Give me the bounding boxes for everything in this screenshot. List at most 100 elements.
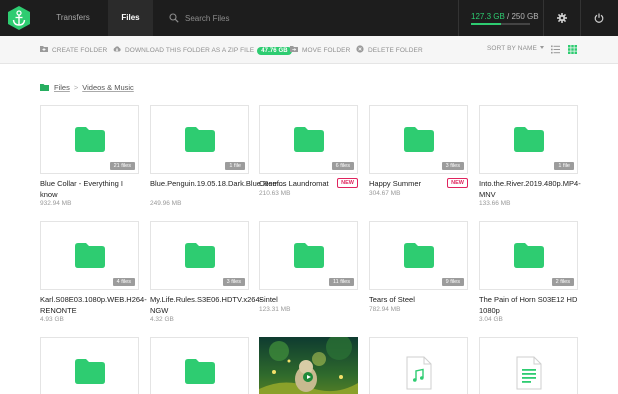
storage-used: 127.3 GB [471,12,505,21]
folder-icon [40,84,49,91]
storage-usage[interactable]: 127.3 GB / 250 GB [458,0,544,36]
folder-size: 782.94 MB [369,306,401,313]
folder-icon [404,243,434,268]
folder-size: 304.67 MB [369,190,401,197]
folder-thumbnail[interactable]: 3 files [369,105,468,174]
settings-button[interactable] [543,0,579,36]
file-count-badge: 3 files [441,162,464,170]
folder-size: 3.04 GB [479,316,503,323]
folder-icon [185,127,215,152]
folder-thumbnail[interactable]: 6 files [259,105,358,174]
folder-icon [514,127,544,152]
grid-view-icon[interactable] [568,45,577,54]
folder-size: 133.66 MB [479,200,511,207]
folder-thumbnail[interactable]: 3 files [150,221,249,290]
folder-icon [75,359,105,384]
list-view-icon[interactable] [551,45,560,54]
folder-thumbnail[interactable]: 4 files [40,221,139,290]
file-count-badge: 1 file [554,162,574,170]
gear-icon [557,13,567,23]
folder-thumbnail[interactable]: 2 files [479,221,578,290]
file-count-badge: 1 file [225,162,245,170]
folder-thumbnail[interactable]: 1 file [150,105,249,174]
new-badge: NEW [447,178,468,188]
folder-icon [514,243,544,268]
folder-name[interactable]: Blue.Penguin.19.05.18.Dark.Blue.Reef... [150,179,285,190]
move-folder-button[interactable]: MOVE FOLDER [290,45,350,56]
folder-icon [404,127,434,152]
folder-size: 932.94 MB [40,200,72,207]
breadcrumb-separator: > [73,83,79,92]
folder-thumbnail[interactable]: 11 files [259,221,358,290]
move-folder-label: MOVE FOLDER [302,47,351,54]
folder-name[interactable]: Karl.S08E03.1080p.WEB.H264-RENONTE [40,295,147,316]
folder-thumbnail[interactable]: 9 files [369,221,468,290]
folder-icon [185,359,215,384]
logout-button[interactable] [580,0,616,36]
chevron-down-icon [539,46,544,49]
nav-tab-files[interactable]: Files [108,0,153,36]
create-folder-button[interactable]: CREATE FOLDER [40,45,107,56]
file-thumbnail[interactable] [369,337,468,394]
new-badge: NEW [337,178,358,188]
sort-label: SORT BY NAME [487,45,537,52]
create-folder-label: CREATE FOLDER [52,47,108,54]
action-toolbar: CREATE FOLDER DOWNLOAD THIS FOLDER AS A … [0,36,618,64]
delete-folder-label: DELETE FOLDER [368,47,423,54]
file-count-badge: 3 files [222,278,245,286]
folder-icon [294,243,324,268]
folder-name[interactable]: Cosmos Laundromat [259,179,334,190]
delete-icon [356,45,364,53]
folder-name[interactable]: Happy Summer [369,179,444,190]
delete-folder-button[interactable]: DELETE FOLDER [356,45,423,56]
file-count-badge: 6 files [331,162,354,170]
video-thumbnail-image [259,337,358,394]
search-bar [155,0,455,36]
folder-name[interactable]: Sintel [259,295,359,306]
folder-thumbnail[interactable]: 21 files [40,105,139,174]
nav-tab-transfers[interactable]: Transfers [38,0,108,36]
storage-progress-fill [471,23,502,25]
file-count-badge: 11 files [328,278,354,286]
anchor-logo-icon[interactable] [6,5,32,31]
top-bar: Transfers Files 127.3 GB / 250 GB [0,0,618,36]
folder-thumbnail[interactable]: 1 file [479,105,578,174]
file-thumbnail[interactable] [479,337,578,394]
folder-icon [294,127,324,152]
folder-name[interactable]: My.Life.Rules.S3E06.HDTV.x264-NGW [150,295,262,316]
folder-name[interactable]: Tears of Steel [369,295,469,306]
folder-icon [75,243,105,268]
storage-progress-bar [471,23,530,25]
folder-size: 123.31 MB [259,306,291,313]
cloud-download-icon [113,46,121,52]
search-input[interactable] [185,11,425,25]
folder-thumbnail[interactable] [150,337,249,394]
breadcrumb-files-link[interactable]: Files [54,83,70,92]
folder-size: 4.32 GB [150,316,174,323]
folder-thumbnail[interactable] [40,337,139,394]
folder-name[interactable]: The Pain of Horn S03E12 HD 1080p [479,295,579,316]
download-zip-button[interactable]: DOWNLOAD THIS FOLDER AS A ZIP FILE 47.76 … [113,45,292,56]
storage-text: 127.3 GB / 250 GB [471,12,539,21]
file-count-badge: 21 files [109,162,135,170]
file-count-badge: 4 files [112,278,135,286]
folder-name[interactable]: Into.the.River.2019.480p.MP4-MNV [479,179,581,200]
folder-icon [185,243,215,268]
folder-icon [75,127,105,152]
folder-move-icon [290,46,298,52]
video-thumbnail[interactable] [259,337,358,394]
folder-name[interactable]: Blue Collar - Everything I know [40,179,140,200]
sort-dropdown[interactable]: SORT BY NAME [487,45,544,56]
power-icon [594,13,604,23]
download-zip-label: DOWNLOAD THIS FOLDER AS A ZIP FILE [125,47,255,54]
music-file-icon [406,356,432,390]
search-icon [169,13,179,23]
folder-size: 4.93 GB [40,316,64,323]
folder-size: 249.96 MB [150,200,182,207]
zip-size-badge: 47.76 GB [257,47,292,55]
breadcrumb-current-link[interactable]: Videos & Music [82,83,134,92]
folder-plus-icon [40,46,48,52]
file-count-badge: 9 files [441,278,464,286]
document-file-icon [516,356,542,390]
file-count-badge: 2 files [551,278,574,286]
